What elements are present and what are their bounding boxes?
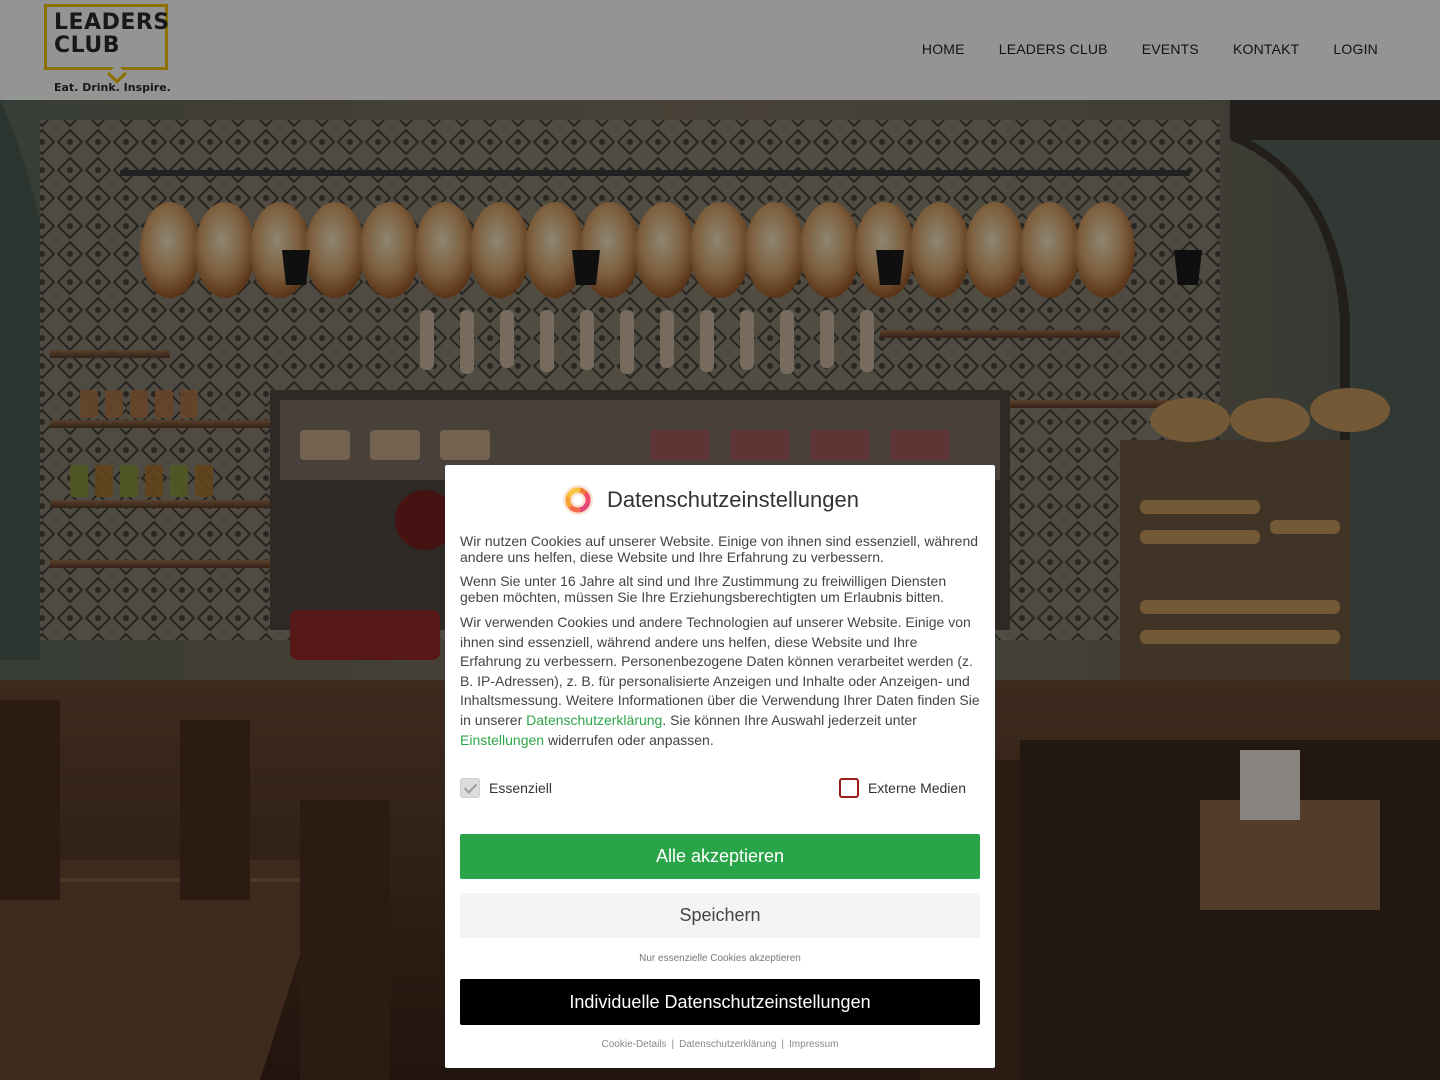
dialog-header: Datenschutzeinstellungen bbox=[440, 483, 980, 517]
settings-link[interactable]: Einstellungen bbox=[460, 732, 544, 748]
external-media-checkbox[interactable] bbox=[838, 778, 859, 799]
paragraph-3-text-c: widerrufen oder anpassen. bbox=[544, 731, 714, 748]
essential-label: Essenziell bbox=[489, 780, 553, 797]
privacy-settings-dialog: Datenschutzeinstellungen Wir nutzen Cook… bbox=[445, 465, 995, 1068]
individual-settings-button[interactable]: Individuelle Datenschutzeinstellungen bbox=[460, 979, 980, 1026]
essential-toggle[interactable]: Essenziell bbox=[460, 778, 553, 799]
paragraph-3-text-b: . Sie können Ihre Auswahl jederzeit unte… bbox=[662, 711, 917, 728]
paragraph-3-text-a: Wir verwenden Cookies und andere Technol… bbox=[460, 614, 980, 728]
cookie-details-link[interactable]: Cookie-Details bbox=[602, 1039, 667, 1050]
dialog-paragraph-3: Wir verwenden Cookies und andere Technol… bbox=[460, 613, 980, 750]
dialog-footer-links: Cookie-Details | Datenschutzerklärung | Impr… bbox=[460, 1039, 980, 1050]
accept-all-button[interactable]: Alle akzeptieren bbox=[460, 834, 980, 880]
save-button[interactable]: Speichern bbox=[460, 893, 980, 939]
essential-checkbox[interactable] bbox=[460, 778, 480, 799]
separator: | bbox=[671, 1039, 675, 1051]
separator: | bbox=[781, 1039, 785, 1051]
privacy-policy-link[interactable]: Datenschutzerklärung bbox=[526, 712, 662, 728]
dialog-paragraph-1: Wir nutzen Cookies auf unserer Website. … bbox=[460, 533, 979, 565]
footer-privacy-link[interactable]: Datenschutzerklärung bbox=[679, 1039, 776, 1050]
dialog-paragraph-2: Wenn Sie unter 16 Jahre alt sind und Ihr… bbox=[460, 573, 947, 605]
imprint-link[interactable]: Impressum bbox=[789, 1039, 838, 1050]
only-essential-link[interactable]: Nur essenzielle Cookies akzeptieren bbox=[460, 953, 980, 965]
dialog-title: Datenschutzeinstellungen bbox=[607, 487, 859, 512]
external-media-toggle[interactable]: Externe Medien bbox=[838, 778, 966, 799]
consent-categories: Essenziell Externe Medien bbox=[460, 778, 980, 799]
cookie-flower-icon bbox=[563, 485, 594, 515]
external-media-label: Externe Medien bbox=[867, 780, 966, 797]
